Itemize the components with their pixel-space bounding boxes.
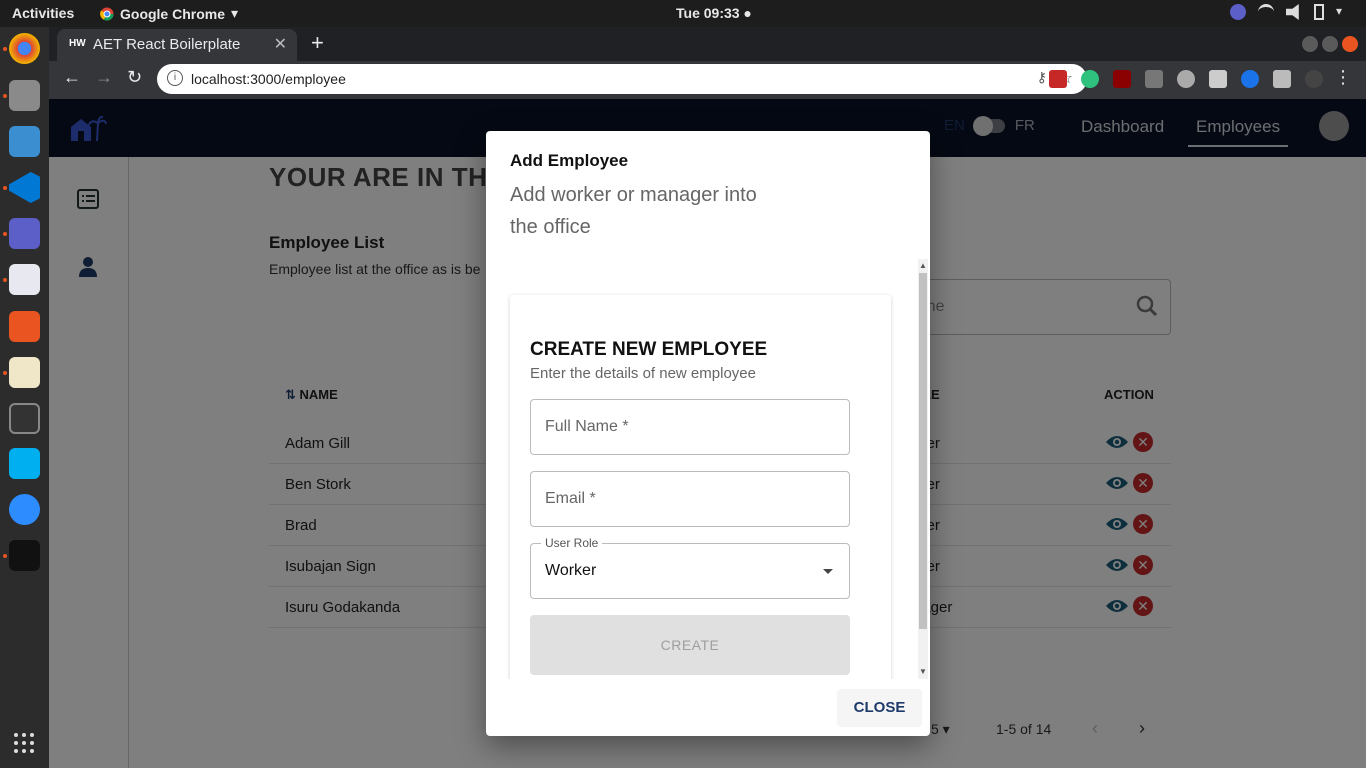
dock-text-editor-icon[interactable] [9,357,40,388]
qr-code-icon[interactable] [1209,70,1227,88]
system-tray[interactable]: ▾ [1230,4,1352,20]
ublock-icon[interactable] [1113,70,1131,88]
system-top-bar: Activities Google Chrome ▾ Tue 09:33 ● ▾ [0,0,1366,27]
dropdown-arrow-icon [823,569,833,574]
dock-chrome-icon[interactable] [9,33,40,64]
tab-favicon: HW [69,38,86,49]
create-button[interactable]: CREATE [530,615,850,675]
email-field[interactable]: Email * [530,471,850,527]
clock[interactable]: Tue 09:33 ● [676,5,752,21]
profile-avatar-icon[interactable] [1305,70,1323,88]
url-text: localhost:3000/employee [191,71,346,87]
puzzle-icon[interactable] [1273,70,1291,88]
app-menu[interactable]: Google Chrome ▾ [100,5,238,22]
user-role-value: Worker [545,562,597,579]
wifi-icon[interactable] [1258,4,1274,20]
dock-vnc-icon[interactable] [9,126,40,157]
show-applications-icon[interactable] [14,733,34,753]
power-menu-icon[interactable]: ▾ [1336,4,1352,20]
chevron-down-icon: ▾ [231,5,239,21]
forward-icon[interactable]: → [95,67,113,88]
full-name-field[interactable]: Full Name * [530,399,850,455]
minimize-icon[interactable] [1302,36,1318,52]
clock-label: Tue 09:33 [676,5,740,21]
browser-tab-strip: HW AET React Boilerplate ✕ + [49,27,1366,61]
extension-green-icon[interactable] [1081,70,1099,88]
key-icon[interactable]: ⚷ [1037,69,1047,86]
app-menu-label: Google Chrome [120,5,226,22]
card-subtitle: Enter the details of new employee [530,365,756,382]
dialog-scrollbar[interactable]: ▲ ▼ [918,259,928,679]
create-employee-card: CREATE NEW EMPLOYEE Enter the details of… [510,295,891,679]
scroll-up-icon[interactable]: ▲ [919,261,927,270]
dock-zoom-icon[interactable] [9,494,40,525]
extensions-area [1049,70,1323,88]
email-placeholder: Email * [545,490,596,507]
dialog-scroll-area[interactable]: CREATE NEW EMPLOYEE Enter the details of… [486,259,930,679]
extension-recycle-icon[interactable] [1177,70,1195,88]
close-button[interactable]: CLOSE [837,689,922,727]
dock-vscode-icon[interactable] [9,172,40,203]
back-icon[interactable]: ← [63,67,81,88]
user-role-label: User Role [541,536,603,550]
battery-icon[interactable] [1314,4,1324,20]
card-title: CREATE NEW EMPLOYEE [530,339,768,360]
dialog-description: Add worker or manager into the office [510,184,757,238]
teams-tray-icon[interactable] [1230,4,1246,20]
browser-toolbar: ← → ↻ i localhost:3000/employee ⚷ ☆ ⋮ [49,61,1366,99]
dock [0,27,49,768]
scrollbar-thumb[interactable] [919,273,927,629]
reload-icon[interactable]: ↻ [127,67,142,88]
dock-software-center-icon[interactable] [9,311,40,342]
browser-tab[interactable]: HW AET React Boilerplate ✕ [57,29,297,61]
activities-button[interactable]: Activities [12,5,74,21]
scroll-down-icon[interactable]: ▼ [919,667,927,676]
browser-menu-icon[interactable]: ⋮ [1334,67,1352,88]
dock-code-editor-icon[interactable] [9,264,40,295]
address-bar[interactable]: i localhost:3000/employee ⚷ ☆ [157,64,1087,94]
volume-icon[interactable] [1286,4,1299,20]
extension-blue-icon[interactable] [1241,70,1259,88]
dock-teams-icon[interactable] [9,218,40,249]
new-tab-icon[interactable]: + [311,30,324,56]
full-name-placeholder: Full Name * [545,418,629,435]
window-close-icon[interactable] [1342,36,1358,52]
tab-close-icon[interactable]: ✕ [274,34,287,54]
add-employee-dialog: Add Employee Add worker or manager into … [486,131,930,736]
maximize-icon[interactable] [1322,36,1338,52]
dock-terminal-icon[interactable] [9,403,40,434]
extension-red-icon[interactable] [1049,70,1067,88]
dialog-title: Add Employee [510,151,629,170]
dock-p-app-icon[interactable] [9,540,40,571]
user-role-select[interactable]: User Role Worker [530,536,850,599]
dock-skype-icon[interactable] [9,448,40,479]
dock-files-icon[interactable] [9,80,40,111]
extension-gray-icon[interactable] [1145,70,1163,88]
chrome-icon [100,7,114,20]
tab-title: AET React Boilerplate [93,36,241,53]
site-info-icon[interactable]: i [167,70,183,86]
window-controls [1302,36,1358,52]
